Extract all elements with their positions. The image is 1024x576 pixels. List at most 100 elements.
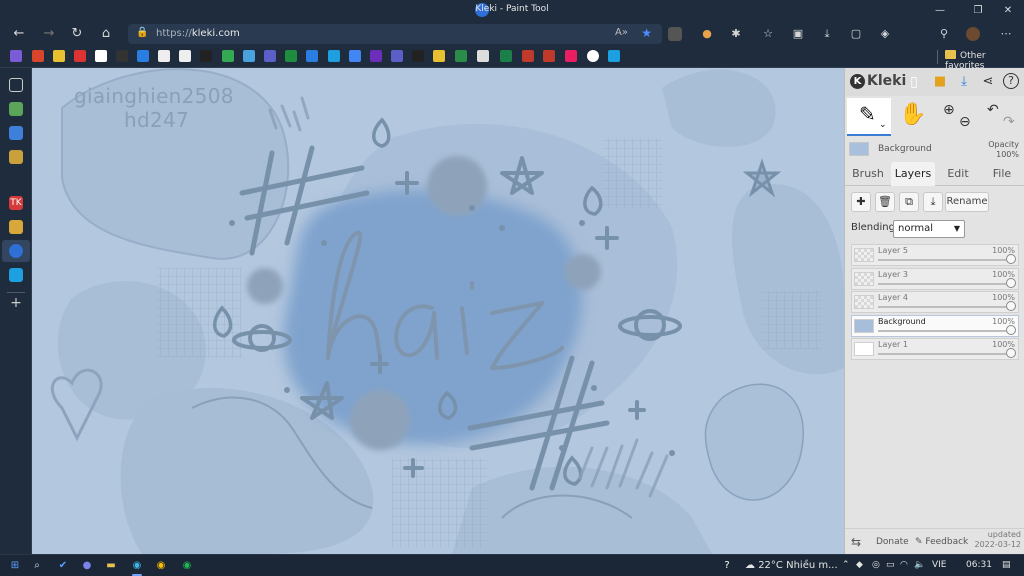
layer-opacity-handle[interactable]	[1006, 254, 1016, 264]
clock[interactable]: 06:31	[966, 560, 992, 570]
drive-icon[interactable]	[222, 50, 234, 62]
favorite-icon[interactable]	[565, 50, 577, 62]
save-icon[interactable]: ■	[931, 73, 949, 91]
battery-icon[interactable]: ▭	[886, 560, 895, 570]
sidebar-app-icon[interactable]	[9, 220, 23, 234]
favorite-icon[interactable]	[116, 50, 128, 62]
sidebar-app-icon[interactable]: TK	[9, 196, 23, 210]
minimize-button[interactable]: —	[926, 2, 954, 20]
share-icon[interactable]: ⚲	[935, 25, 953, 43]
hand-tool-icon[interactable]: ✋	[899, 102, 926, 127]
profile-avatar[interactable]	[966, 27, 980, 41]
bing-icon[interactable]	[137, 50, 149, 62]
file-explorer-icon[interactable]: ▬	[104, 559, 118, 573]
favorites-icon[interactable]: ☆	[759, 25, 777, 43]
layer-opacity-handle[interactable]	[1006, 348, 1016, 358]
undo-icon[interactable]: ↶	[987, 102, 999, 118]
zoom-in-icon[interactable]: ⊕	[943, 102, 955, 118]
teams-icon[interactable]	[391, 50, 403, 62]
help-icon[interactable]: ?	[720, 559, 734, 573]
edge-icon[interactable]: ◉	[130, 559, 144, 573]
favorite-icon[interactable]	[500, 50, 512, 62]
favorite-icon[interactable]	[95, 50, 107, 62]
favorite-icon[interactable]	[477, 50, 489, 62]
tray-app-icon[interactable]: ◎	[872, 560, 880, 570]
layer-opacity-handle[interactable]	[1006, 324, 1016, 335]
layer-item[interactable]: Layer 1 100%	[851, 338, 1019, 360]
tab-brush[interactable]: Brush	[849, 162, 887, 186]
layer-item[interactable]: Layer 3 100%	[851, 267, 1019, 290]
extension-s-icon[interactable]	[668, 27, 682, 41]
tab-layers[interactable]: Layers	[891, 162, 935, 186]
tab-file[interactable]: File	[985, 162, 1019, 186]
favorite-icon[interactable]	[200, 50, 212, 62]
favorite-icon[interactable]	[455, 50, 467, 62]
duplicate-layer-button[interactable]: ⧉	[899, 192, 919, 212]
browser-essentials-icon[interactable]: ◈	[876, 25, 894, 43]
favorite-icon[interactable]	[370, 50, 382, 62]
collections-icon[interactable]: ▣	[789, 25, 807, 43]
share-icon[interactable]: ⋖	[979, 73, 997, 91]
notifications-icon[interactable]: ▤	[1002, 560, 1011, 570]
favorite-icon[interactable]	[53, 50, 65, 62]
read-aloud-icon[interactable]: A»	[615, 27, 628, 38]
back-icon[interactable]: ←	[8, 24, 30, 44]
tray-drop-icon[interactable]: ◆	[856, 560, 863, 570]
sidebar-app-icon[interactable]	[9, 102, 23, 116]
forward-icon[interactable]: →	[38, 24, 60, 44]
page-icon[interactable]	[179, 50, 191, 62]
favorite-icon[interactable]	[32, 50, 44, 62]
delete-layer-button[interactable]: 🗑	[875, 192, 895, 212]
layer-opacity-handle[interactable]	[1006, 301, 1016, 311]
kleki-logo[interactable]: K Kleki	[850, 73, 906, 89]
more-menu-icon[interactable]: ⋯	[997, 25, 1015, 43]
wifi-icon[interactable]: ◠	[900, 560, 908, 570]
merge-layer-button[interactable]: ⤓	[923, 192, 943, 212]
teams-icon[interactable]: ●	[80, 559, 94, 573]
bing-icon[interactable]	[306, 50, 318, 62]
favorite-icon[interactable]	[543, 50, 555, 62]
feedback-link[interactable]: ✎ Feedback	[915, 537, 968, 547]
tab-edit[interactable]: Edit	[941, 162, 975, 186]
drawing-canvas[interactable]: giainghien2508 hd247	[32, 68, 844, 554]
weather-widget[interactable]: ☁ 22°C Nhiều m...	[745, 560, 838, 571]
redo-icon[interactable]: ↷	[1003, 114, 1015, 130]
kleki-favorite-icon[interactable]	[328, 50, 340, 62]
extensions-puzzle-icon[interactable]: ✱	[727, 25, 745, 43]
screenshot-icon[interactable]: ▢	[847, 25, 865, 43]
docs-icon[interactable]	[349, 50, 361, 62]
language-indicator[interactable]: VIE	[932, 560, 947, 570]
favorite-icon[interactable]	[10, 50, 22, 62]
sheets-icon[interactable]	[285, 50, 297, 62]
layer-item[interactable]: Layer 4 100%	[851, 291, 1019, 313]
layer-opacity-handle[interactable]	[1006, 277, 1016, 288]
chrome-icon[interactable]: ◉	[154, 559, 168, 573]
volume-icon[interactable]: 🔈	[914, 560, 925, 570]
spotify-icon[interactable]: ◉	[180, 559, 194, 573]
close-button[interactable]: ✕	[994, 2, 1022, 20]
tiktok-icon[interactable]	[412, 50, 424, 62]
layer-opacity-slider[interactable]	[878, 306, 1006, 308]
teams-icon[interactable]	[264, 50, 276, 62]
sidebar-kleki-icon[interactable]	[9, 244, 23, 258]
add-layer-button[interactable]: ✚	[851, 192, 871, 212]
add-sidebar-icon[interactable]: +	[9, 296, 23, 310]
start-icon[interactable]: ⊞	[8, 559, 22, 573]
favorite-icon[interactable]	[243, 50, 255, 62]
taskbar-app-icon[interactable]: ✔	[56, 559, 70, 573]
brush-tool-button[interactable]: ✎ ⌄	[847, 98, 891, 136]
sidebar-app-icon[interactable]	[9, 126, 23, 140]
sidebar-app-icon[interactable]	[9, 150, 23, 164]
google-icon[interactable]	[587, 50, 599, 62]
layer-item[interactable]: Layer 5 100%	[851, 244, 1019, 266]
kleki-favorite-icon[interactable]	[608, 50, 620, 62]
blending-select[interactable]: normal ▼	[893, 220, 965, 238]
new-image-icon[interactable]: ▯	[905, 73, 923, 91]
maximize-button[interactable]: ❐	[964, 2, 992, 20]
favorite-icon[interactable]	[522, 50, 534, 62]
help-icon[interactable]: ?	[1003, 73, 1019, 89]
refresh-icon[interactable]: ↻	[66, 24, 88, 44]
download-icon[interactable]: ⤓	[955, 73, 973, 91]
layer-opacity-slider[interactable]	[878, 282, 1006, 285]
home-icon[interactable]: ⌂	[95, 24, 117, 44]
